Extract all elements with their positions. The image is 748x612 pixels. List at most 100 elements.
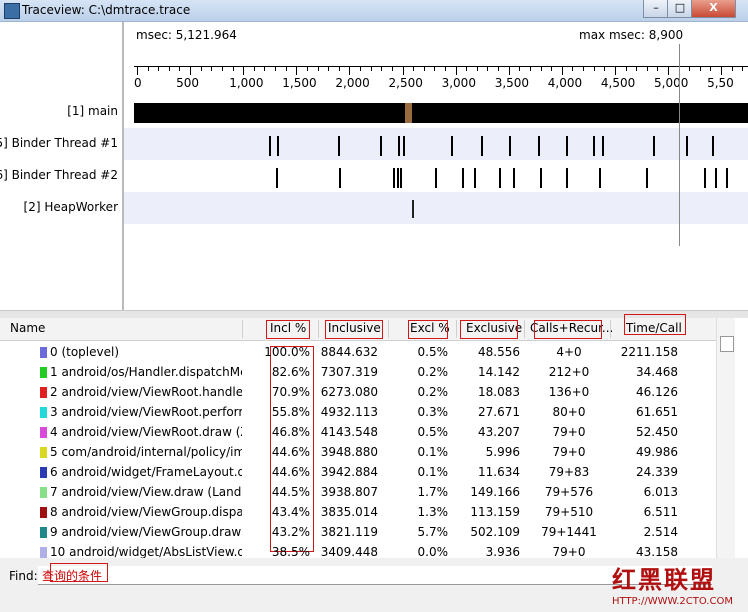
activity-bar [593, 136, 595, 156]
inclusive-cell: 3938.807 [320, 485, 378, 499]
heapworker-activity[interactable] [412, 200, 414, 218]
activity-bar [277, 136, 279, 156]
incl-pct-cell: 55.8% [271, 405, 310, 419]
thread-name-binder-1[interactable]: [5] Binder Thread #1 [0, 136, 118, 150]
activity-bar [513, 168, 515, 188]
method-name: 4 android/view/ViewRoot.draw (Z)V [50, 425, 242, 439]
ruler-minor-tick [360, 66, 362, 71]
inclusive-cell: 3409.448 [320, 545, 378, 559]
time-call-cell: 2.514 [643, 525, 678, 539]
inclusive-cell: 8844.632 [320, 345, 378, 359]
activity-bar [393, 168, 395, 188]
excl-pct-cell: 1.3% [417, 505, 449, 519]
table-row[interactable]: 2 android/view/ViewRoot.handleMe 70.9% 627… [0, 382, 716, 402]
activity-bar [276, 168, 278, 188]
method-color-swatch [40, 547, 47, 558]
excl-pct-cell: 0.2% [417, 365, 449, 379]
thread-names-column: [1] main [5] Binder Thread #1 [6] Binder… [0, 22, 124, 310]
exclusive-cell: 43.207 [478, 425, 520, 439]
vertical-scrollbar[interactable] [716, 318, 735, 558]
maximize-button[interactable]: □ [667, 0, 693, 18]
main-thread-activity[interactable] [134, 103, 748, 123]
thread-name-heapworker[interactable]: [2] HeapWorker [24, 200, 118, 214]
ruler-tick-label: 3,500 [494, 76, 530, 90]
activity-bar [726, 168, 728, 188]
scrollbar-thumb[interactable] [720, 336, 734, 352]
title-bar: Traceview: C:\dmtrace.trace – □ X [0, 0, 748, 22]
method-color-swatch [40, 367, 47, 378]
annotation-box-inclusive [325, 320, 383, 339]
ruler-tick-label: 3,000 [441, 76, 476, 90]
table-row[interactable]: 4 android/view/ViewRoot.draw (Z)V 46.8% 41… [0, 422, 716, 442]
time-call-cell: 6.013 [643, 485, 678, 499]
ruler-minor-tick [413, 66, 415, 71]
method-name: 7 android/view/View.draw (Landroi [50, 485, 242, 499]
activity-bar [499, 168, 501, 188]
excl-pct-cell: 0.1% [417, 465, 449, 479]
incl-pct-cell: 43.4% [271, 505, 310, 519]
annotation-box-time-call [624, 314, 686, 335]
exclusive-cell: 113.159 [470, 505, 520, 519]
ruler-minor-tick [253, 66, 255, 71]
method-color-swatch [40, 427, 47, 438]
ruler-tick-label: 5,50 [707, 76, 734, 90]
method-name: 0 (toplevel) [50, 345, 120, 359]
ruler-minor-tick [636, 66, 638, 71]
ruler-minor-tick [529, 66, 531, 71]
table-row[interactable]: 5 com/android/internal/policy/impl 44.6% 3… [0, 442, 716, 462]
minimize-button[interactable]: – [643, 0, 669, 18]
calls-cell: 79+1441 [541, 525, 597, 539]
inclusive-cell: 3821.119 [320, 525, 378, 539]
ruler-minor-tick [498, 66, 500, 71]
table-row[interactable]: 8 android/view/ViewGroup.dispatcl 43.4% 38… [0, 502, 716, 522]
table-row[interactable]: 7 android/view/View.draw (Landroi 44.5% 39… [0, 482, 716, 502]
watermark: 红黑联盟 HTTP://WWW.2CTO.COM [612, 558, 742, 610]
table-row[interactable]: 1 android/os/Handler.dispatchMes 82.6% 730… [0, 362, 716, 382]
ruler-major-tick [455, 66, 457, 75]
table-row[interactable]: 0 (toplevel) 100.0% 8844.632 0.5% 48.556 4+0 2… [0, 342, 716, 362]
ruler-minor-tick [540, 66, 542, 71]
timeline-panel[interactable]: msec: 5,121.964 max msec: 8,900 0 500 1,00… [0, 22, 748, 310]
watermark-text: 红黑联盟 [612, 565, 716, 594]
table-row[interactable]: 3 android/view/ViewRoot.performT 55.8% 493… [0, 402, 716, 422]
table-row[interactable]: 9 android/view/ViewGroup.drawCh 43.2% 3821… [0, 522, 716, 542]
table-row[interactable]: 6 android/widget/FrameLayout.dra 44.6% 394… [0, 462, 716, 482]
find-input[interactable] [38, 566, 712, 585]
profile-table[interactable]: Name Incl % Inclusive Excl % Exclusive C… [0, 314, 748, 559]
time-call-cell: 24.339 [636, 465, 678, 479]
ruler-minor-tick [604, 66, 606, 71]
time-call-cell: 43.158 [636, 545, 678, 559]
thread-name-main[interactable]: [1] main [67, 104, 118, 118]
calls-cell: 212+0 [548, 365, 590, 379]
activity-bar [435, 168, 437, 188]
activity-bar [462, 168, 464, 188]
method-name: 3 android/view/ViewRoot.performT [50, 405, 242, 419]
activity-bar [339, 168, 341, 188]
watermark-url: HTTP://WWW.2CTO.COM [612, 596, 733, 607]
ruler-minor-tick [147, 66, 149, 71]
exclusive-cell: 3.936 [485, 545, 520, 559]
method-name: 9 android/view/ViewGroup.drawCh [50, 525, 242, 539]
method-name: 2 android/view/ViewRoot.handleMe [50, 385, 242, 399]
msec-readout: msec: 5,121.964 [136, 28, 237, 42]
activity-bar [566, 168, 568, 188]
inclusive-cell: 3948.880 [320, 445, 378, 459]
ruler-minor-tick [370, 66, 372, 71]
exclusive-cell: 502.109 [470, 525, 520, 539]
incl-pct-cell: 46.8% [271, 425, 310, 439]
activity-bar [400, 168, 402, 188]
activity-bar [538, 136, 540, 156]
activity-bar [686, 136, 688, 156]
ruler-minor-tick [158, 66, 160, 71]
time-call-cell: 46.126 [636, 385, 678, 399]
ruler-minor-tick [275, 66, 277, 71]
time-cursor[interactable] [679, 44, 680, 246]
ruler-major-tick [190, 66, 192, 75]
ruler-major-tick [561, 66, 563, 75]
close-button[interactable]: X [691, 0, 736, 18]
thread-name-binder-2[interactable]: [6] Binder Thread #2 [0, 168, 118, 182]
ruler-minor-tick [423, 66, 425, 71]
excl-pct-cell: 1.7% [417, 485, 449, 499]
method-color-swatch [40, 347, 47, 358]
col-name-header[interactable]: Name [10, 321, 45, 335]
